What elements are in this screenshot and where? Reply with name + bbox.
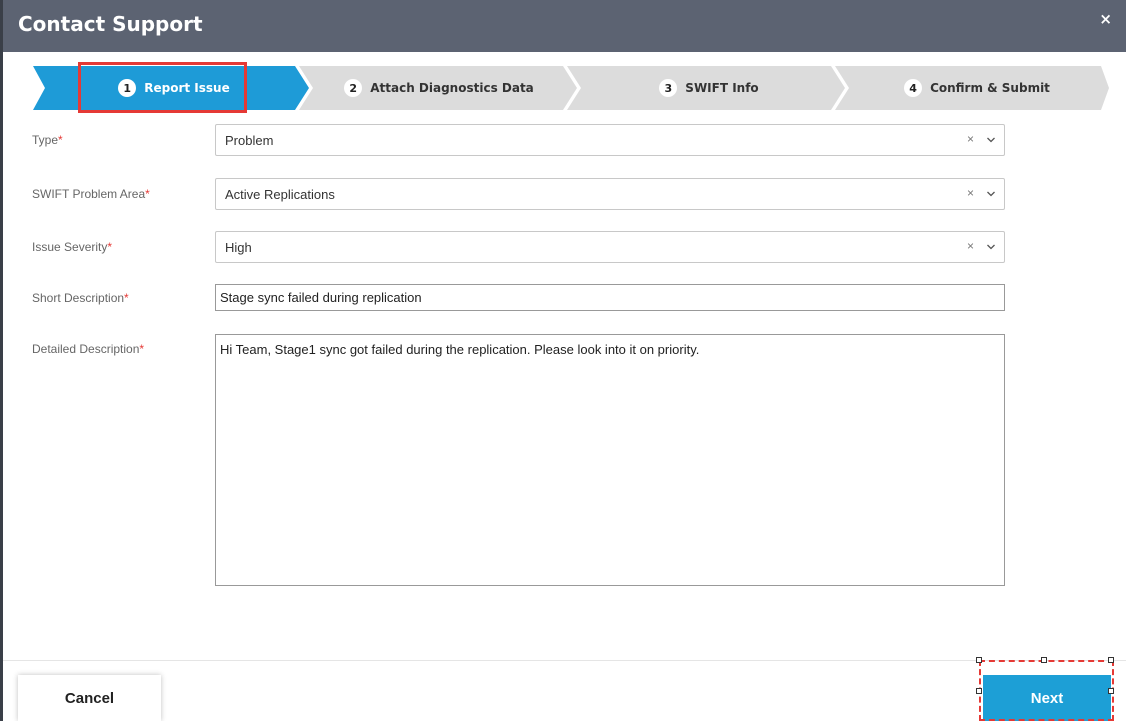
resize-handle [976,657,982,663]
type-label: Type* [32,133,63,147]
step-number: 4 [904,79,923,97]
resize-handle [1041,657,1047,663]
severity-select[interactable]: High × [215,231,1005,263]
resize-handle [1108,688,1114,694]
step-label: Attach Diagnostics Data [370,81,534,95]
severity-label: Issue Severity* [32,240,113,254]
active-step-highlight [78,62,247,113]
chevron-down-icon[interactable] [987,243,995,251]
severity-value: High [225,240,252,255]
step-number: 2 [344,79,363,97]
next-button-selection-outline [979,660,1114,721]
step-confirm-submit[interactable]: 4 Confirm & Submit [861,66,1093,110]
chevron-down-icon[interactable] [987,190,995,198]
resize-handle [1108,657,1114,663]
problem-area-label: SWIFT Problem Area* [32,187,150,201]
dialog-header: Contact Support × [3,0,1126,52]
chevron-down-icon[interactable] [987,136,995,144]
cancel-button[interactable]: Cancel [18,675,161,721]
step-swift-info[interactable]: 3 SWIFT Info [593,66,825,110]
detailed-description-textarea[interactable]: Hi Team, Stage1 sync got failed during t… [215,334,1005,586]
resize-handle [976,688,982,694]
clear-icon[interactable]: × [967,132,974,146]
dialog-title: Contact Support [18,12,203,36]
problem-area-select[interactable]: Active Replications × [215,178,1005,210]
step-attach-diagnostics[interactable]: 2 Attach Diagnostics Data [323,66,555,110]
short-description-label: Short Description* [32,291,129,305]
close-icon[interactable]: × [1099,10,1112,28]
short-description-input[interactable]: Stage sync failed during replication [215,284,1005,311]
clear-icon[interactable]: × [967,186,974,200]
detailed-description-value: Hi Team, Stage1 sync got failed during t… [220,342,700,357]
detailed-description-label: Detailed Description* [32,342,145,356]
clear-icon[interactable]: × [967,239,974,253]
step-label: Confirm & Submit [930,81,1050,95]
step-number: 3 [659,79,678,97]
short-description-value: Stage sync failed during replication [220,290,422,305]
step-label: SWIFT Info [685,81,759,95]
problem-area-value: Active Replications [225,187,335,202]
footer-divider [3,660,1126,661]
type-select[interactable]: Problem × [215,124,1005,156]
type-value: Problem [225,133,274,148]
